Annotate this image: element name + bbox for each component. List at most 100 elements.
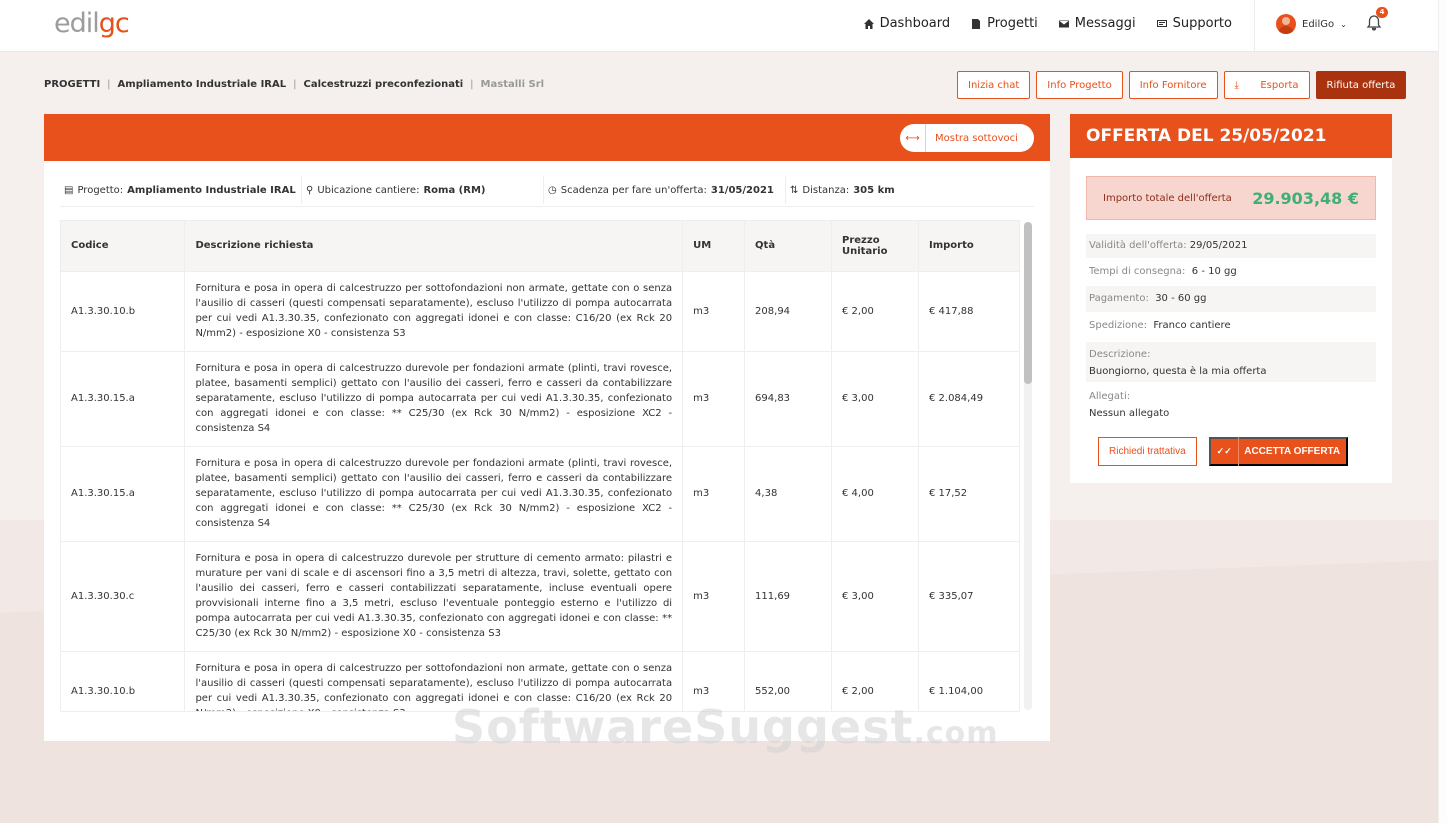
top-navbar: edilgc Dashboard Progetti Messaggi Suppo… — [0, 0, 1438, 52]
col-qta[interactable]: Qtà — [744, 221, 833, 272]
items-panel: ⟷ Mostra sottovoci ▤ Progetto: Ampliament… — [44, 114, 1050, 741]
accept-offer-button[interactable]: ✓✓ ACCETTA OFFERTA — [1208, 437, 1348, 466]
table-row[interactable]: A1.3.30.15.a Fornitura e posa in opera d… — [61, 351, 1019, 447]
offer-validita: Validità dell'offerta: 29/05/2021 — [1086, 234, 1376, 258]
user-name: EdilGo — [1302, 18, 1335, 30]
items-table-container: Codice Descrizione richiesta UM Qtà Prez… — [60, 220, 1020, 712]
cell-codice: A1.3.30.10.b — [61, 271, 186, 352]
cell-codice: A1.3.30.10.b — [61, 651, 186, 711]
cell-importo: € 417,88 — [918, 271, 1019, 352]
breadcrumb-separator: | — [107, 79, 111, 90]
cell-prezzo: € 2,00 — [831, 271, 919, 352]
cell-importo: € 17,52 — [918, 446, 1019, 542]
page-scrollbar[interactable] — [1438, 0, 1447, 823]
show-subitems-button[interactable]: ⟷ Mostra sottovoci — [900, 124, 1034, 152]
col-importo[interactable]: Importo — [918, 221, 1019, 272]
table-header-row: Codice Descrizione richiesta UM Qtà Prez… — [61, 221, 1019, 272]
expand-icon: ⟷ — [900, 124, 926, 152]
nav-progetti[interactable]: Progetti — [970, 16, 1038, 31]
export-button[interactable]: ⤓ Esporta — [1223, 71, 1310, 99]
nav-dashboard[interactable]: Dashboard — [863, 16, 950, 31]
col-codice[interactable]: Codice — [61, 221, 186, 272]
cell-um: m3 — [682, 271, 746, 352]
col-descrizione[interactable]: Descrizione richiesta — [184, 221, 684, 272]
check-icon: ✓✓ — [1211, 437, 1239, 466]
request-negotiation-button[interactable]: Richiedi trattativa — [1098, 437, 1197, 466]
offer-total-box: Importo totale dell'offerta 29.903,48 € — [1086, 176, 1376, 220]
cell-qta: 208,94 — [744, 271, 833, 352]
table-row[interactable]: A1.3.30.10.b Fornitura e posa in opera d… — [61, 271, 1019, 352]
notification-badge: 4 — [1376, 7, 1388, 18]
location-pin-icon: ⚲ — [306, 184, 314, 196]
cell-prezzo: € 4,00 — [831, 446, 919, 542]
reject-offer-button[interactable]: Rifiuta offerta — [1315, 71, 1407, 99]
logo[interactable]: edilgc — [54, 8, 130, 39]
divider — [60, 206, 1034, 207]
cell-qta: 4,38 — [744, 446, 833, 542]
nav-divider — [1254, 0, 1255, 52]
envelope-icon — [1058, 20, 1069, 27]
cell-importo: € 335,07 — [918, 541, 1019, 652]
table-row[interactable]: A1.3.30.30.c Fornitura e posa in opera d… — [61, 541, 1019, 652]
offer-spedizione: Spedizione: Franco cantiere — [1089, 320, 1231, 331]
cell-descrizione: Fornitura e posa in opera di calcestruzz… — [184, 351, 684, 447]
info-ubicazione: ⚲ Ubicazione cantiere: Roma (RM) — [302, 176, 544, 204]
start-chat-button[interactable]: Inizia chat — [957, 71, 1031, 99]
breadcrumb-supplier: Mastalli Srl — [480, 79, 545, 90]
cell-codice: A1.3.30.30.c — [61, 541, 186, 652]
cell-prezzo: € 3,00 — [831, 351, 919, 447]
main-nav: Dashboard Progetti Messaggi Supporto — [863, 16, 1232, 31]
cell-codice: A1.3.30.15.a — [61, 446, 186, 542]
total-value: 29.903,48 € — [1252, 188, 1359, 208]
info-distanza: ⇅ Distanza: 305 km — [790, 184, 895, 196]
col-prezzo[interactable]: Prezzo Unitario — [831, 221, 919, 272]
distance-icon: ⇅ — [790, 184, 799, 196]
cell-um: m3 — [682, 446, 746, 542]
breadcrumb-category[interactable]: Calcestruzzi preconfezionati — [303, 79, 463, 90]
offer-panel: OFFERTA DEL 25/05/2021 Importo totale de… — [1070, 114, 1392, 483]
table-row[interactable]: A1.3.30.15.a Fornitura e posa in opera d… — [61, 446, 1019, 542]
breadcrumb: PROGETTI | Ampliamento Industriale IRAL … — [44, 79, 544, 90]
folder-icon: ▤ — [64, 184, 74, 196]
offer-buttons: Richiedi trattativa ✓✓ ACCETTA OFFERTA — [1098, 437, 1348, 466]
cell-prezzo: € 3,00 — [831, 541, 919, 652]
panel-header: ⟷ Mostra sottovoci — [44, 114, 1050, 161]
offer-allegati: Allegati: Nessun allegato — [1089, 391, 1170, 419]
project-info-row: ▤ Progetto: Ampliamento Industriale IRAL … — [60, 176, 986, 204]
offer-tempi: Tempi di consegna: 6 - 10 gg — [1089, 266, 1237, 277]
breadcrumb-progetti[interactable]: PROGETTI — [44, 79, 100, 90]
offer-pagamento: Pagamento: 30 - 60 gg — [1086, 286, 1376, 312]
breadcrumb-separator: | — [293, 79, 297, 90]
nav-supporto[interactable]: Supporto — [1156, 16, 1232, 31]
total-label: Importo totale dell'offerta — [1103, 192, 1232, 204]
user-menu[interactable]: EdilGo ⌄ — [1276, 14, 1347, 34]
cell-descrizione: Fornitura e posa in opera di calcestruzz… — [184, 446, 684, 542]
cell-qta: 694,83 — [744, 351, 833, 447]
cell-codice: A1.3.30.15.a — [61, 351, 186, 447]
cell-importo: € 2.084,49 — [918, 351, 1019, 447]
col-um[interactable]: UM — [682, 221, 746, 272]
cell-um: m3 — [682, 541, 746, 652]
table-scrollbar[interactable] — [1024, 222, 1032, 710]
document-icon — [972, 18, 981, 29]
breadcrumb-project[interactable]: Ampliamento Industriale IRAL — [118, 79, 287, 90]
cell-qta: 111,69 — [744, 541, 833, 652]
download-icon: ⤓ — [1234, 79, 1239, 91]
supplier-info-button[interactable]: Info Fornitore — [1128, 71, 1218, 99]
chevron-down-icon: ⌄ — [1340, 19, 1347, 29]
avatar — [1276, 14, 1296, 34]
cell-um: m3 — [682, 351, 746, 447]
items-table: Codice Descrizione richiesta UM Qtà Prez… — [61, 221, 1019, 711]
action-bar: Inizia chat Info Progetto Info Fornitore… — [957, 71, 1407, 99]
info-scadenza: ◷ Scadenza per fare un'offerta: 31/05/202… — [544, 176, 786, 204]
project-info-button[interactable]: Info Progetto — [1036, 71, 1123, 99]
cell-descrizione: Fornitura e posa in opera di calcestruzz… — [184, 541, 684, 652]
table-scrollbar-thumb[interactable] — [1024, 222, 1032, 384]
support-icon — [1156, 19, 1167, 27]
cell-descrizione: Fornitura e posa in opera di calcestruzz… — [184, 271, 684, 352]
breadcrumb-separator: | — [470, 79, 474, 90]
offer-title: OFFERTA DEL 25/05/2021 — [1070, 114, 1392, 158]
offer-descrizione: Descrizione: Buongiorno, questa è la mia… — [1086, 342, 1376, 382]
nav-messaggi[interactable]: Messaggi — [1058, 16, 1136, 31]
info-progetto: ▤ Progetto: Ampliamento Industriale IRAL — [60, 176, 302, 204]
